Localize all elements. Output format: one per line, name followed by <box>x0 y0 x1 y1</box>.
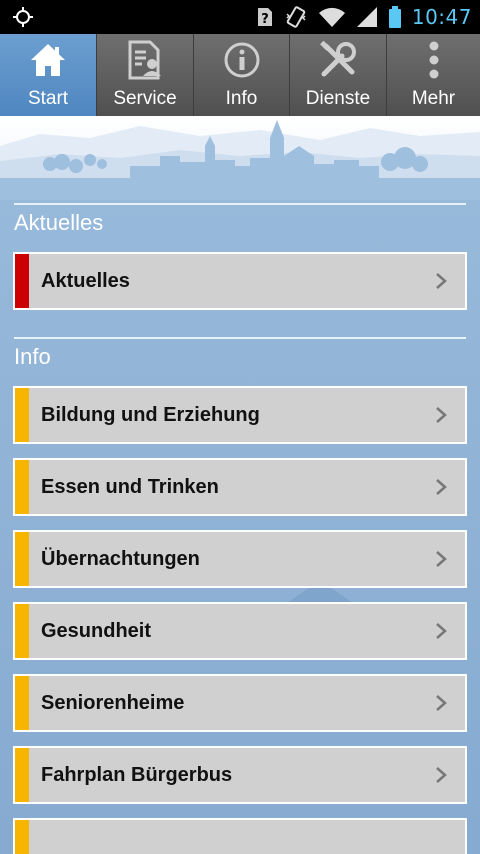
town-skyline-banner <box>0 116 480 206</box>
signal-icon <box>356 7 377 27</box>
section-title-info: Info <box>14 344 51 369</box>
sim-unknown-icon: ? <box>257 8 272 27</box>
category-marker <box>15 532 29 586</box>
category-marker <box>15 460 29 514</box>
vibrate-icon <box>286 6 306 28</box>
list-item-label: Essen und Trinken <box>41 475 219 498</box>
category-marker <box>15 820 29 854</box>
tab-mehr-label: Mehr <box>411 88 456 109</box>
svg-text:?: ? <box>261 12 269 27</box>
list-item-label: Übernachtungen <box>41 547 200 570</box>
category-marker <box>15 676 29 730</box>
chevron-right-icon <box>431 621 451 641</box>
list-item-label: Gesundheit <box>41 619 152 642</box>
chevron-right-icon <box>431 477 451 497</box>
chevron-right-icon <box>431 271 451 291</box>
wifi-icon <box>318 7 345 28</box>
top-navigation: Start Service Info Dienste Mehr <box>0 34 480 116</box>
info-icon <box>220 38 264 82</box>
chevron-right-icon <box>431 405 451 425</box>
tab-info[interactable]: Info <box>194 34 290 116</box>
tools-icon <box>316 38 360 82</box>
category-marker <box>15 748 29 802</box>
tab-info-label: Info <box>225 88 258 109</box>
list-item-label: Bildung und Erziehung <box>41 403 260 426</box>
section-divider <box>14 337 466 339</box>
home-icon <box>26 38 70 82</box>
tab-dienste-label: Dienste <box>305 88 371 109</box>
more-vertical-icon <box>412 38 456 82</box>
category-marker <box>15 388 29 442</box>
list-item-label: Aktuelles <box>41 269 130 292</box>
section-title-aktuelles: Aktuelles <box>14 210 104 235</box>
status-bar: ? 10:47 <box>0 0 480 34</box>
category-marker <box>15 604 29 658</box>
tab-start-label: Start <box>27 88 69 109</box>
list-item-label: Seniorenheime <box>41 691 185 714</box>
section-divider <box>14 203 466 205</box>
category-marker <box>15 254 29 308</box>
tab-service-label: Service <box>113 88 177 109</box>
list-item-aktuelles[interactable]: Aktuelles <box>13 252 467 310</box>
chevron-right-icon <box>431 693 451 713</box>
status-time: 10:47 <box>411 5 472 29</box>
tab-mehr[interactable]: Mehr <box>387 34 480 116</box>
list-item-fahrplan[interactable]: Fahrplan Bürgerbus <box>13 746 467 804</box>
chevron-right-icon <box>431 765 451 785</box>
list-item-gesundheit[interactable]: Gesundheit <box>13 602 467 660</box>
battery-icon <box>388 6 401 28</box>
tab-dienste[interactable]: Dienste <box>290 34 387 116</box>
document-person-icon <box>123 38 167 82</box>
list-item-seniorenheime[interactable]: Seniorenheime <box>13 674 467 732</box>
list-item-bildung[interactable]: Bildung und Erziehung <box>13 386 467 444</box>
list-item-label: Fahrplan Bürgerbus <box>41 763 233 786</box>
chevron-right-icon <box>431 549 451 569</box>
tab-start[interactable]: Start <box>0 34 97 116</box>
list-item-partial[interactable] <box>13 818 467 854</box>
list-item-uebernachtungen[interactable]: Übernachtungen <box>13 530 467 588</box>
gps-icon <box>13 7 33 27</box>
tab-service[interactable]: Service <box>97 34 194 116</box>
list-item-essen[interactable]: Essen und Trinken <box>13 458 467 516</box>
